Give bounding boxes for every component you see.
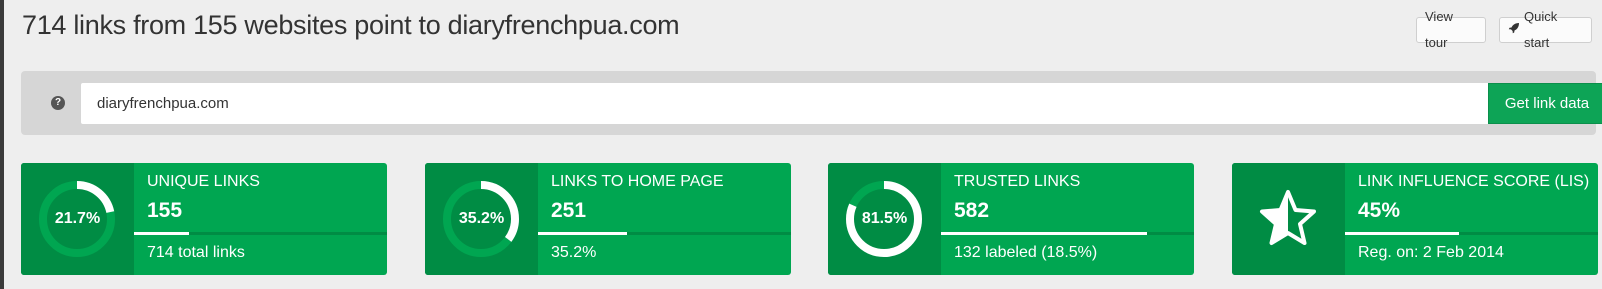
page-title: 714 links from 155 websites point to dia… <box>22 10 680 40</box>
card-value: 45% <box>1358 199 1401 222</box>
view-tour-label: View tour <box>1425 9 1453 50</box>
half-star-icon <box>1260 190 1316 245</box>
percent-label: 81.5% <box>861 210 908 227</box>
progress-track <box>1345 232 1598 235</box>
get-link-data-button[interactable]: Get link data <box>1488 83 1602 124</box>
unique-links-card: 21.7% UNIQUE LINKS 155 714 total links <box>21 163 387 275</box>
card-title: TRUSTED LINKS <box>954 173 1081 190</box>
window-edge <box>0 0 4 289</box>
donut-chart: 35.2% <box>425 163 538 275</box>
view-tour-button[interactable]: View tour <box>1416 9 1486 50</box>
card-title: LINK INFLUENCE SCORE (LIS) <box>1358 173 1590 190</box>
card-subtext: 714 total links <box>147 244 245 261</box>
card-title: UNIQUE LINKS <box>147 173 260 190</box>
card-title: LINKS TO HOME PAGE <box>551 173 724 190</box>
card-subtext: 132 labeled (18.5%) <box>954 244 1098 261</box>
percent-label: 35.2% <box>458 210 505 227</box>
donut-chart: 81.5% <box>828 163 941 275</box>
help-icon[interactable]: ? <box>51 96 65 110</box>
card-value: 251 <box>551 199 587 222</box>
quick-start-label: Quick start <box>1524 9 1558 50</box>
card-subtext: 35.2% <box>551 244 597 261</box>
progress-fill <box>941 232 1148 235</box>
progress-fill <box>1345 232 1459 235</box>
card-subtext: Reg. on: 2 Feb 2014 <box>1358 244 1504 261</box>
progress-track <box>538 232 791 235</box>
rocket-icon <box>1508 17 1520 43</box>
card-value: 582 <box>954 199 990 222</box>
domain-search-input[interactable] <box>81 83 1488 124</box>
progress-fill <box>538 232 628 235</box>
progress-fill <box>134 232 189 235</box>
card-value: 155 <box>147 199 183 222</box>
links-to-home-page-card: 35.2% LINKS TO HOME PAGE 251 35.2% <box>425 163 791 275</box>
star-area <box>1232 163 1345 275</box>
quick-start-button[interactable]: Quick start <box>1499 9 1592 50</box>
donut-chart: 21.7% <box>21 163 134 275</box>
link-influence-score-card: LINK INFLUENCE SCORE (LIS) 45% Reg. on: … <box>1232 163 1598 275</box>
progress-track <box>134 232 387 235</box>
progress-track <box>941 232 1194 235</box>
trusted-links-card: 81.5% TRUSTED LINKS 582 132 labeled (18.… <box>828 163 1194 275</box>
search-panel: ? Get link data <box>21 71 1602 135</box>
percent-label: 21.7% <box>54 210 101 227</box>
